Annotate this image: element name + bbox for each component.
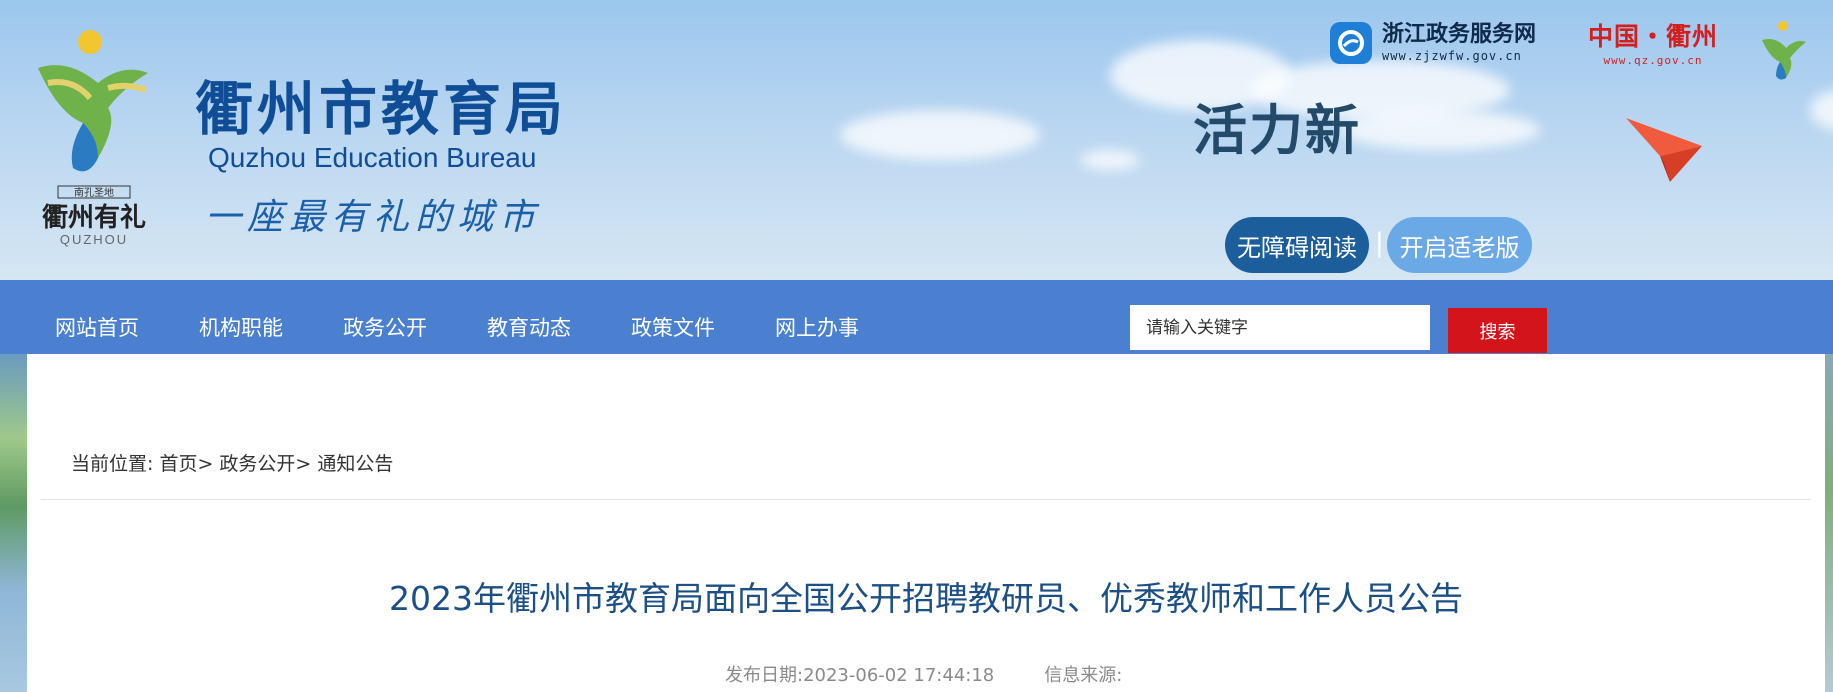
banner-text: 活力新 xyxy=(1193,98,1361,162)
site-header: 南孔圣地 衢州有礼 QUZHOU 衢州市教育局 Quzhou Education… xyxy=(0,0,1833,280)
site-slogan: 一座最有礼的城市 xyxy=(205,197,542,238)
nav-item-functions[interactable]: 机构职能 xyxy=(199,280,283,354)
nav-item-gov-affairs[interactable]: 政务公开 xyxy=(343,280,427,354)
content-panel: 当前位置: 首页> 政务公开> 通知公告 2023年衢州市教育局面向全国公开招聘… xyxy=(27,354,1825,692)
search-button[interactable]: 搜索 xyxy=(1448,308,1547,353)
brand-small-text: 南孔圣地 xyxy=(74,186,114,199)
nav-item-online-services[interactable]: 网上办事 xyxy=(775,280,859,354)
zjzwfw-link[interactable]: 浙江政务服务网 www.zjzwfw.gov.cn xyxy=(1330,22,1536,64)
main-nav: 网站首页 机构职能 政务公开 教育动态 政策文件 网上办事 xyxy=(0,280,1833,354)
article-title: 2023年衢州市教育局面向全国公开招聘教研员、优秀教师和工作人员公告 xyxy=(389,579,1463,618)
publish-date-label: 发布日期: xyxy=(725,665,804,686)
search-input[interactable] xyxy=(1130,305,1430,350)
elder-mode-button[interactable]: 开启适老版 xyxy=(1387,217,1532,273)
accessibility-reading-button[interactable]: 无障碍阅读 xyxy=(1225,217,1369,273)
zjzwfw-url: www.zjzwfw.gov.cn xyxy=(1382,49,1522,63)
site-title: 衢州市教育局 xyxy=(195,75,568,143)
background-scenery-left xyxy=(0,354,27,692)
header-separator: | xyxy=(1375,228,1384,258)
site-subtitle: Quzhou Education Bureau xyxy=(208,142,537,173)
qz-gov-link[interactable]: 中国・衢州 www.qz.gov.cn xyxy=(1588,24,1718,66)
quzhou-logo-icon[interactable]: 南孔圣地 衢州有礼 QUZHOU xyxy=(28,28,158,248)
brand-text: 衢州有礼 xyxy=(42,202,146,233)
paper-plane-icon xyxy=(1626,118,1702,182)
nav-item-home[interactable]: 网站首页 xyxy=(55,280,139,354)
zjzwfw-name: 浙江政务服务网 xyxy=(1382,22,1537,47)
breadcrumb-home[interactable]: 首页> xyxy=(159,453,213,475)
qz-gov-name: 中国・衢州 xyxy=(1588,22,1719,51)
breadcrumb-prefix: 当前位置: xyxy=(71,453,154,475)
breadcrumb: 当前位置: 首页> 政务公开> 通知公告 xyxy=(71,449,393,476)
article-meta: 发布日期:2023-06-02 17:44:18 信息来源: xyxy=(725,661,1122,687)
publish-date-value: 2023-06-02 17:44:18 xyxy=(803,665,995,686)
source-label: 信息来源: xyxy=(1044,665,1123,686)
nav-item-edu-news[interactable]: 教育动态 xyxy=(487,280,571,354)
nav-item-policy[interactable]: 政策文件 xyxy=(631,280,715,354)
brand-pinyin: QUZHOU xyxy=(60,232,128,247)
breadcrumb-gov-affairs[interactable]: 政务公开> xyxy=(219,453,311,475)
qz-gov-url: www.qz.gov.cn xyxy=(1603,54,1703,67)
divider xyxy=(41,499,1811,500)
quzhou-mini-logo-icon[interactable] xyxy=(1758,20,1808,82)
zjzwfw-logo-icon xyxy=(1330,22,1372,64)
breadcrumb-notices[interactable]: 通知公告 xyxy=(317,453,393,475)
background-scenery-right xyxy=(1825,354,1833,692)
